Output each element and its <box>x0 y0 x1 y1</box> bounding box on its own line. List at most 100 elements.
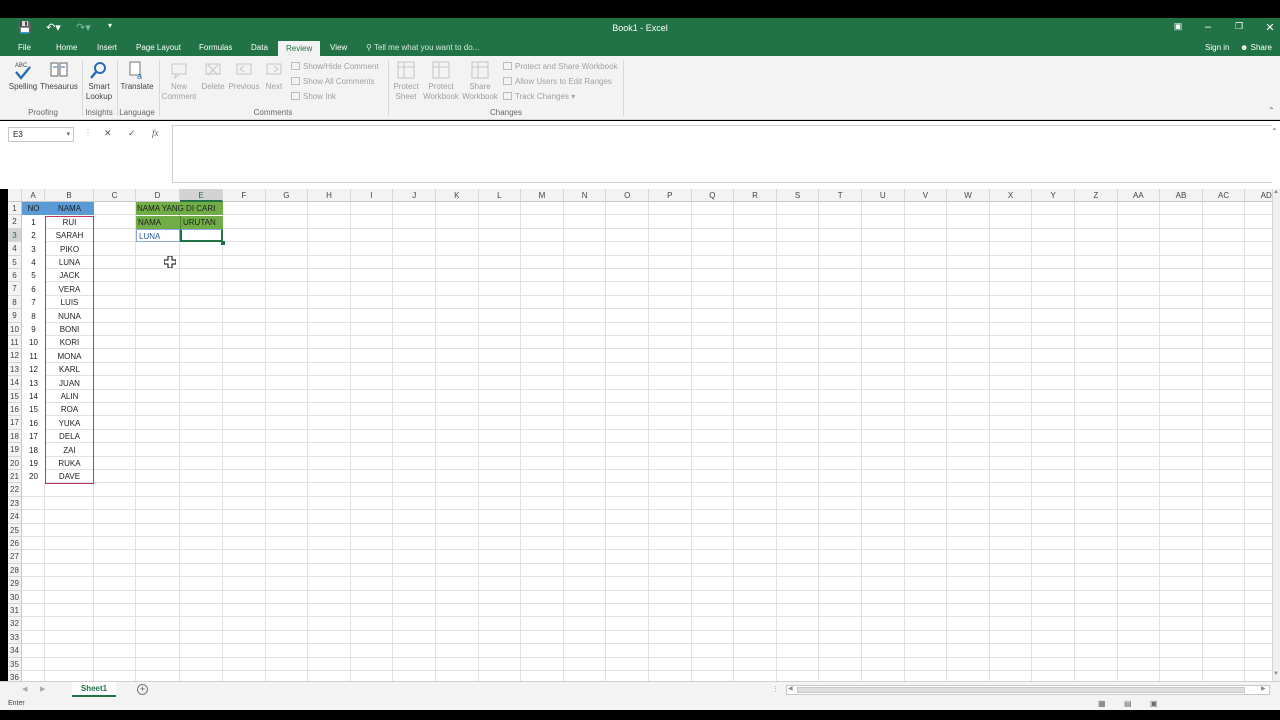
normal-view-icon[interactable]: ▦ <box>1098 699 1106 708</box>
row-header[interactable]: 35 <box>8 657 22 671</box>
column-header[interactable]: L <box>479 189 522 202</box>
tab-home[interactable]: Home <box>56 43 77 52</box>
scroll-right-icon[interactable]: ▶ <box>1261 685 1266 692</box>
row-header[interactable]: 10 <box>8 322 22 336</box>
new-comment-button[interactable]: New Comment <box>160 60 198 102</box>
thesaurus-button[interactable]: Thesaurus <box>40 60 78 92</box>
tab-data[interactable]: Data <box>251 43 268 52</box>
worksheet-grid[interactable]: A B C D E F G H I J K L M N O P Q R S T U V W X Y Z AA AB AC AD 12345… <box>8 189 1272 681</box>
row-header[interactable]: 19 <box>8 443 22 457</box>
cell-no[interactable]: 9 <box>22 323 45 336</box>
translate-button[interactable]: a Translate <box>119 60 155 92</box>
smart-lookup-button[interactable]: Smart Lookup <box>84 60 114 102</box>
tab-view[interactable]: View <box>330 43 347 52</box>
horizontal-scroll-thumb[interactable] <box>797 687 1245 693</box>
row-header[interactable]: 34 <box>8 644 22 658</box>
column-header[interactable]: Y <box>1032 189 1075 202</box>
spelling-button[interactable]: ABC Spelling <box>8 60 38 92</box>
chevron-down-icon[interactable]: ▾ <box>66 130 70 138</box>
row-header[interactable]: 14 <box>8 376 22 390</box>
row-header[interactable]: 16 <box>8 403 22 417</box>
cell-header-no[interactable]: NO <box>22 202 45 216</box>
name-box[interactable]: E3 ▾ <box>8 127 74 142</box>
insert-function-icon[interactable]: fx <box>152 128 159 138</box>
previous-comment-button[interactable]: Previous <box>228 60 260 92</box>
next-sheet-icon[interactable]: ▶ <box>40 685 45 693</box>
column-header[interactable]: D <box>136 189 180 202</box>
row-header[interactable]: 22 <box>8 483 22 497</box>
tab-file[interactable]: File <box>18 43 31 52</box>
add-sheet-button[interactable]: + <box>137 684 148 695</box>
row-header[interactable]: 12 <box>8 349 22 363</box>
vertical-scrollbar[interactable]: ▲ ▼ <box>1272 189 1280 681</box>
cell-no[interactable]: 16 <box>22 416 45 430</box>
row-header[interactable]: 20 <box>8 456 22 470</box>
cell-no[interactable]: 4 <box>22 256 45 269</box>
fill-handle[interactable] <box>221 241 225 245</box>
row-header[interactable]: 32 <box>8 617 22 631</box>
cell-no[interactable]: 15 <box>22 403 45 417</box>
column-header[interactable]: C <box>94 189 136 202</box>
share-workbook-button[interactable]: Share Workbook <box>460 60 500 102</box>
column-header[interactable]: M <box>521 189 564 202</box>
next-comment-button[interactable]: Next <box>260 60 288 92</box>
row-header[interactable]: 2 <box>8 215 22 229</box>
row-header[interactable]: 9 <box>8 309 22 323</box>
row-header[interactable]: 17 <box>8 416 22 430</box>
row-header[interactable]: 31 <box>8 604 22 618</box>
column-header[interactable]: V <box>905 189 948 202</box>
cell-no[interactable]: 10 <box>22 336 45 350</box>
row-header[interactable]: 3 <box>8 228 22 243</box>
column-header[interactable]: U <box>862 189 905 202</box>
row-header[interactable]: 1 <box>8 202 22 216</box>
row-header[interactable]: 11 <box>8 336 22 350</box>
cell-lookup-value-nama[interactable]: LUNA <box>136 229 180 243</box>
sign-in-link[interactable]: Sign in <box>1205 43 1229 52</box>
enter-check-icon[interactable]: ✓ <box>128 128 136 139</box>
horizontal-scrollbar[interactable]: ◀ ▶ <box>786 685 1270 695</box>
cell-header-nama[interactable]: NAMA <box>45 202 94 216</box>
column-header[interactable]: B <box>45 189 94 202</box>
column-header[interactable]: F <box>223 189 266 202</box>
protect-share-workbook-button[interactable]: Protect and Share Workbook <box>503 62 618 71</box>
prev-sheet-icon[interactable]: ◀ <box>22 685 27 693</box>
row-header[interactable]: 6 <box>8 269 22 283</box>
sheet-tab-sheet1[interactable]: Sheet1 <box>72 682 116 697</box>
cell-no[interactable]: 5 <box>22 269 45 283</box>
cell-lookup-value-urutan[interactable] <box>180 229 223 243</box>
tab-insert[interactable]: Insert <box>97 43 117 52</box>
column-header[interactable]: H <box>308 189 351 202</box>
tell-me-search[interactable]: ⚲ Tell me what you want to do... <box>366 43 479 52</box>
cell-no[interactable]: 12 <box>22 363 45 377</box>
row-header[interactable]: 18 <box>8 429 22 444</box>
cell-no[interactable]: 20 <box>22 470 45 484</box>
cell-lookup-title[interactable]: NAMA YANG DI CARI <box>136 202 223 216</box>
cell-lookup-nama[interactable]: NAMA <box>136 215 180 229</box>
row-header[interactable]: 13 <box>8 362 22 377</box>
page-layout-view-icon[interactable]: ▤ <box>1124 699 1132 708</box>
tab-page-layout[interactable]: Page Layout <box>136 43 181 52</box>
collapse-ribbon-icon[interactable]: ⌃ <box>1268 106 1275 115</box>
cell-no[interactable]: 17 <box>22 430 45 444</box>
tab-split-handle-icon[interactable]: ⋮ <box>772 685 779 693</box>
protect-workbook-button[interactable]: Protect Workbook <box>422 60 460 102</box>
formula-input[interactable] <box>172 125 1272 183</box>
column-header[interactable]: E <box>180 189 223 202</box>
column-header[interactable]: W <box>947 189 990 202</box>
row-header[interactable]: 24 <box>8 510 22 524</box>
row-header[interactable]: 28 <box>8 563 22 578</box>
column-header[interactable]: R <box>734 189 777 202</box>
column-header[interactable]: P <box>649 189 692 202</box>
share-button[interactable]: ☻ Share <box>1240 43 1272 52</box>
row-header[interactable]: 33 <box>8 630 22 645</box>
minimize-icon[interactable]: – <box>1196 21 1220 33</box>
column-header[interactable]: J <box>393 189 436 202</box>
show-ink-button[interactable]: Show Ink <box>291 92 336 101</box>
column-header[interactable]: Z <box>1075 189 1118 202</box>
row-header[interactable]: 29 <box>8 577 22 591</box>
delete-comment-button[interactable]: Delete <box>198 60 228 92</box>
allow-users-edit-ranges-button[interactable]: Allow Users to Edit Ranges <box>503 77 612 86</box>
column-header[interactable]: X <box>990 189 1033 202</box>
protect-sheet-button[interactable]: Protect Sheet <box>390 60 422 102</box>
row-header[interactable]: 21 <box>8 470 22 484</box>
